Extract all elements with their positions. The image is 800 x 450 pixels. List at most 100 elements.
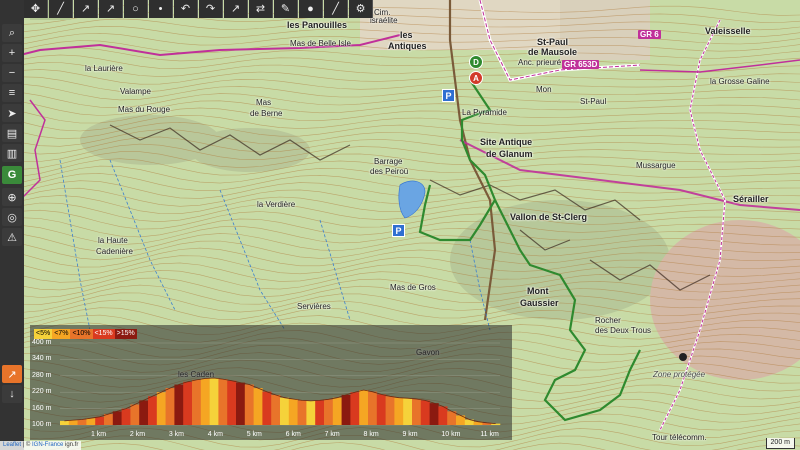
profile-bar — [218, 379, 228, 425]
profile-bar — [376, 394, 386, 425]
place-label: Barrage — [374, 157, 403, 166]
place-label: Mussargue — [636, 161, 676, 170]
route-end-marker[interactable]: A — [469, 71, 483, 85]
search-icon: ⌕ — [8, 26, 16, 39]
place-label: Antiques — [388, 41, 427, 51]
profile-x-label: 3 km — [168, 431, 184, 438]
draw-route-icon: ╱ — [57, 3, 64, 15]
place-label: St-Paul — [537, 37, 569, 47]
profile-x-label: 9 km — [402, 431, 418, 438]
marker-add-icon: • — [158, 3, 163, 15]
leaflet-link[interactable]: Leaflet — [3, 442, 21, 448]
ign-link[interactable]: IGN-France — [32, 442, 63, 448]
profile-bar — [68, 420, 78, 425]
place-label: la Grosse Galine — [710, 77, 770, 86]
place-label: Mas de Gros — [390, 283, 436, 292]
draw-line-button[interactable]: ↗ — [74, 0, 98, 18]
place-label: Servières — [297, 302, 331, 311]
profile-bar — [280, 397, 290, 425]
profile-bar — [403, 398, 413, 425]
profile-bar — [165, 388, 175, 425]
parking-icon: P — [392, 224, 405, 237]
place-label: la Verdière — [257, 200, 296, 209]
profile-y-label: 400 m — [32, 339, 52, 346]
profile-x-label: 4 km — [207, 431, 223, 438]
save-button[interactable]: ▥ — [2, 144, 22, 162]
draw-line-icon: ↗ — [80, 3, 91, 15]
chart-button[interactable]: ↗ — [2, 365, 22, 383]
pan-button[interactable]: ✥ — [24, 0, 48, 18]
redo-button[interactable]: ↷ — [199, 0, 223, 18]
layers-button[interactable]: ≡ — [2, 84, 22, 102]
profile-bar — [95, 416, 105, 425]
place-label: Mas de Belle Isle — [290, 39, 351, 48]
profile-bar — [200, 378, 210, 425]
search-button[interactable]: ⌕ — [2, 24, 22, 42]
profile-bar — [288, 399, 298, 425]
profile-y-label: 340 m — [32, 355, 52, 363]
profile-x-label: 8 km — [363, 431, 379, 438]
globe-button[interactable]: ◎ — [2, 208, 22, 226]
profile-bar — [174, 384, 184, 425]
google-icon: G — [7, 169, 17, 181]
profile-bar — [139, 400, 149, 425]
place-label: Mon — [536, 85, 552, 94]
profile-bar — [262, 391, 272, 425]
profile-bar — [227, 380, 237, 425]
ruler-button[interactable]: ╱ — [324, 0, 348, 18]
zoom-in-button[interactable]: + — [2, 44, 22, 62]
top-toolbar: ✥ ╱ ↗ ↗ ○ • ↶ ↷ ↗ ⇄ ✎ ● ╱ ⚙ — [24, 0, 373, 18]
profile-y-label: 220 m — [32, 388, 52, 396]
route-button[interactable]: ↗ — [224, 0, 248, 18]
zoom-out-button[interactable]: − — [2, 64, 22, 82]
profile-bar — [394, 397, 404, 425]
undo-icon: ↶ — [180, 3, 191, 15]
attribution-tail: ign.fr — [63, 442, 79, 448]
settings-button[interactable]: ⚙ — [349, 0, 373, 18]
edit-icon: ✎ — [280, 3, 291, 15]
place-label: Site Antique — [480, 137, 533, 147]
elevation-profile-chart[interactable] — [30, 325, 512, 440]
place-label: Anc. prieuré — [518, 58, 562, 67]
place-label: les — [400, 30, 413, 40]
bike-icon: ○ — [132, 3, 139, 15]
profile-bar — [148, 396, 158, 425]
locate-button[interactable]: ➤ — [2, 104, 22, 122]
download-button[interactable]: ↓ — [2, 385, 22, 403]
bike-button[interactable]: ○ — [124, 0, 148, 18]
place-label: Mas — [256, 98, 272, 107]
print-button[interactable]: ▤ — [2, 124, 22, 142]
map-pin-button[interactable]: ● — [299, 0, 323, 18]
marker-add-button[interactable]: • — [149, 0, 173, 18]
attribution-separator: | © — [21, 442, 32, 448]
profile-bar — [130, 404, 140, 425]
place-label: Rocher — [595, 316, 621, 325]
draw-route-button[interactable]: ╱ — [49, 0, 73, 18]
place-label: Valeisselle — [705, 26, 751, 36]
profile-bar — [491, 423, 501, 425]
place-label: Sérailler — [733, 194, 769, 204]
walk-icon: ↗ — [105, 3, 116, 15]
walk-button[interactable]: ↗ — [99, 0, 123, 18]
route-start-marker[interactable]: D — [469, 55, 483, 69]
redo-icon: ↷ — [205, 3, 216, 15]
edit-button[interactable]: ✎ — [274, 0, 298, 18]
profile-bar — [271, 394, 281, 425]
gr-trail-tag: GR 653D — [562, 60, 600, 69]
target-icon: ⊕ — [7, 191, 17, 204]
place-label: de Berne — [250, 109, 283, 118]
profile-y-label: 100 m — [32, 421, 52, 428]
target-button[interactable]: ⊕ — [2, 188, 22, 206]
profile-bar — [324, 399, 334, 425]
place-label: Mas du Rouge — [118, 105, 171, 114]
reverse-button[interactable]: ⇄ — [249, 0, 273, 18]
locate-icon: ➤ — [7, 107, 17, 120]
google-button[interactable]: G — [2, 166, 22, 184]
warning-button[interactable]: ⚠ — [2, 228, 22, 246]
undo-button[interactable]: ↶ — [174, 0, 198, 18]
left-sidebar: ⌕ + − ≡ ➤ ▤ ▥ G ⊕ ◎ ⚠ ↗ ↓ — [0, 0, 24, 450]
ruler-icon: ╱ — [332, 3, 339, 15]
profile-bar — [112, 411, 122, 425]
map-pin-icon: ● — [307, 3, 314, 15]
profile-x-label: 6 km — [285, 431, 301, 438]
